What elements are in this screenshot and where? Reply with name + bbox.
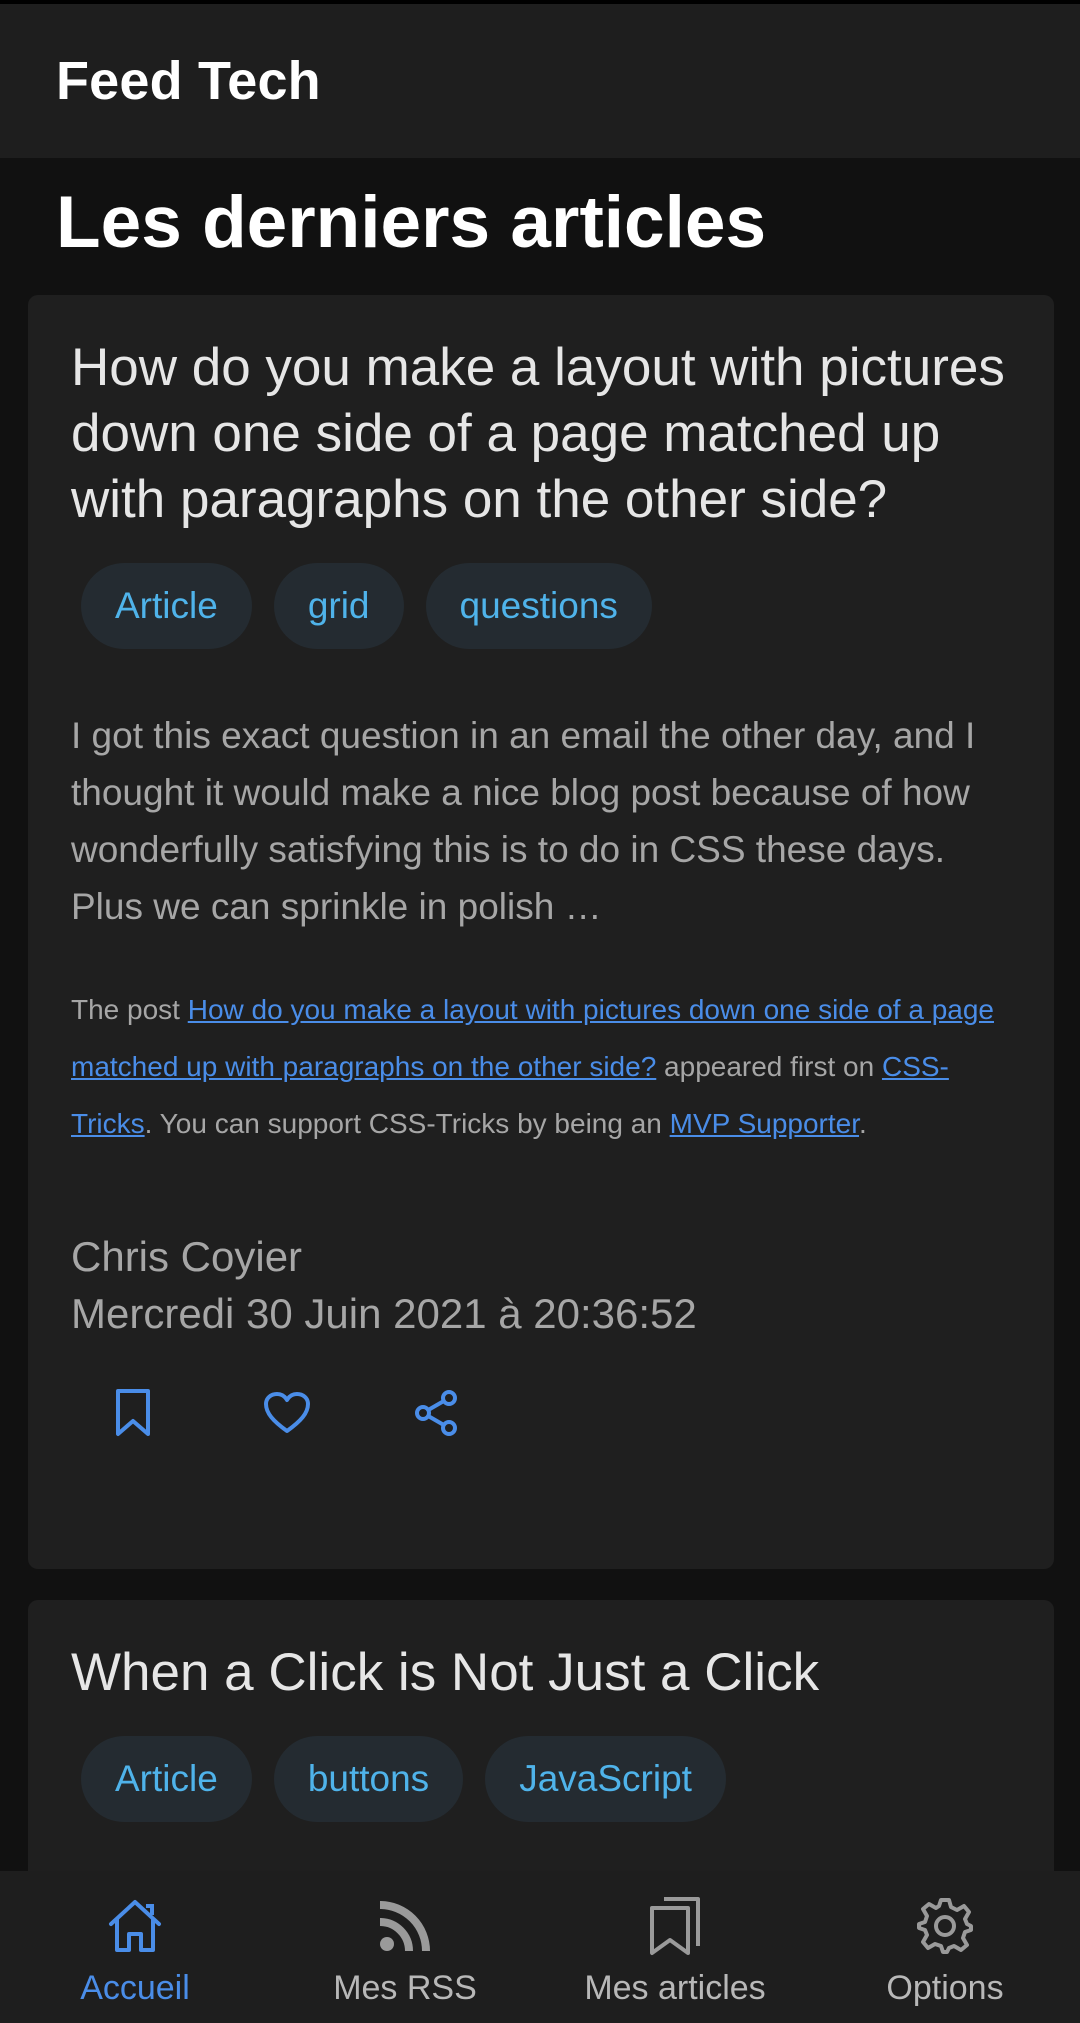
post-note-suffix: . You can support CSS-Tricks by being an (144, 1108, 670, 1139)
share-button[interactable] (401, 1378, 551, 1448)
article-actions (101, 1378, 1011, 1448)
post-note-middle: appeared first on (656, 1051, 882, 1082)
nav-item-mes-rss[interactable]: Mes RSS (270, 1871, 540, 2023)
article-card[interactable]: When a Click is Not Just a Click Article… (28, 1600, 1054, 1900)
nav-label: Options (886, 1969, 1004, 2007)
nav-label: Mes articles (584, 1969, 766, 2007)
tag-list: Article buttons JavaScript (81, 1736, 1011, 1822)
nav-label: Accueil (80, 1969, 190, 2007)
tag-chip[interactable]: Article (81, 563, 252, 649)
heart-icon (264, 1392, 310, 1433)
app-bar: Feed Tech (0, 4, 1080, 158)
post-note: The post How do you make a layout with p… (71, 981, 1011, 1152)
like-button[interactable] (251, 1378, 401, 1448)
article-card[interactable]: How do you make a layout with pictures d… (28, 295, 1054, 1569)
tag-chip[interactable]: Article (81, 1736, 252, 1822)
share-icon (415, 1390, 457, 1436)
tag-chip[interactable]: JavaScript (485, 1736, 726, 1822)
article-meta: Chris Coyier Mercredi 30 Juin 2021 à 20:… (71, 1228, 1011, 1342)
article-date: Mercredi 30 Juin 2021 à 20:36:52 (71, 1290, 697, 1337)
nav-label: Mes RSS (333, 1969, 477, 2007)
bookmarks-icon (648, 1895, 702, 1957)
nav-item-mes-articles[interactable]: Mes articles (540, 1871, 810, 2023)
post-note-end: . (859, 1108, 867, 1139)
rss-icon (377, 1895, 433, 1957)
tag-list: Article grid questions (81, 563, 1011, 649)
tag-chip[interactable]: questions (425, 563, 652, 649)
gear-icon (916, 1895, 974, 1957)
home-icon (105, 1895, 165, 1957)
post-note-prefix: The post (71, 994, 188, 1025)
article-title[interactable]: When a Click is Not Just a Click (71, 1600, 1011, 1706)
bookmark-button[interactable] (101, 1378, 251, 1448)
article-author: Chris Coyier (71, 1233, 303, 1280)
tag-chip[interactable]: grid (273, 563, 404, 649)
article-title[interactable]: How do you make a layout with pictures d… (71, 295, 1011, 533)
bookmark-icon (116, 1389, 150, 1436)
page-title: Les derniers articles (56, 182, 767, 263)
nav-item-options[interactable]: Options (810, 1871, 1080, 2023)
app-title: Feed Tech (56, 51, 321, 111)
article-excerpt: I got this exact question in an email th… (71, 715, 976, 927)
nav-item-accueil[interactable]: Accueil (0, 1871, 270, 2023)
mvp-supporter-link[interactable]: MVP Supporter (670, 1108, 859, 1139)
tag-chip[interactable]: buttons (273, 1736, 464, 1822)
bottom-navigation: Accueil Mes RSS Mes articles Options (0, 1871, 1080, 2023)
